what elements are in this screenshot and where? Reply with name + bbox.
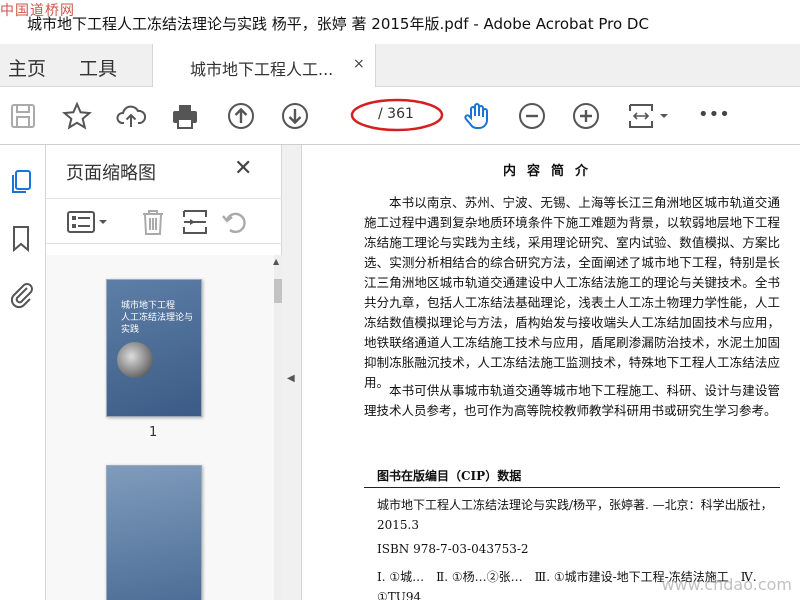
rotate-icon[interactable] <box>220 207 250 237</box>
divider <box>364 487 780 488</box>
main-toolbar: / 361 ••• <box>0 87 800 145</box>
paragraph-intro: 本书以南京、苏州、宁波、无锡、上海等长江三角洲地区城市轨道交通施工过程中遇到复杂… <box>364 195 780 390</box>
thumbnail-list: 城市地下工程 人工冻结法理论与实践 1 <box>46 255 274 600</box>
star-icon[interactable] <box>62 101 92 131</box>
scrollbar-thumb[interactable] <box>274 279 282 303</box>
close-icon[interactable]: ✕ <box>234 156 252 181</box>
thumbnail-page-number: 1 <box>149 425 158 440</box>
tab-bar: 主页 工具 城市地下工程人工... × <box>0 44 800 87</box>
left-rail <box>0 145 46 600</box>
thumbnail-panel-title: 页面缩略图 <box>66 163 156 184</box>
page-thumbnail-2[interactable] <box>106 465 202 600</box>
tab-close-icon[interactable]: × <box>353 56 365 72</box>
thumbnail-cover-title: 城市地下工程 人工冻结法理论与实践 <box>121 301 194 335</box>
page-number-field[interactable]: / 361 <box>350 98 444 132</box>
save-icon[interactable] <box>8 101 38 131</box>
more-icon[interactable]: ••• <box>698 104 730 134</box>
attachment-icon[interactable] <box>6 279 36 309</box>
zoom-out-icon[interactable] <box>517 101 547 131</box>
insert-page-icon[interactable] <box>180 207 210 237</box>
thumbnail-toolbar <box>46 198 282 244</box>
delete-icon[interactable] <box>138 207 168 237</box>
title-bar: 中国道桥网 城市地下工程人工冻结法理论与实践 杨平，张婷 著 2015年版.pd… <box>0 0 800 44</box>
options-menu-icon[interactable] <box>66 207 112 237</box>
paragraph-audience: 本书可供从事城市轨道交通等城市地下工程施工、科研、设计与建设管理技术人员参考，也… <box>364 383 780 418</box>
print-icon[interactable] <box>170 101 200 131</box>
bookmark-icon[interactable] <box>6 223 36 253</box>
thumbnail-scrollbar[interactable]: ▲ <box>273 255 282 600</box>
nav-tools[interactable]: 工具 <box>79 54 117 81</box>
panel-collapse-handle[interactable]: ◀ <box>282 145 302 600</box>
cover-image <box>117 342 153 378</box>
cip-title: 图书在版编目（CIP）数据 <box>377 469 522 483</box>
fit-page-icon[interactable] <box>626 101 670 131</box>
collapse-arrow-icon[interactable]: ◀ <box>287 373 295 384</box>
watermark-url: www.chdao.com <box>661 575 792 594</box>
thumbnail-panel: 页面缩略图 ✕ 城市地下工程 人工冻结法理论与实践 1 ▲ <box>46 145 282 600</box>
cloud-upload-icon[interactable] <box>116 101 147 131</box>
tab-document[interactable]: 城市地下工程人工... × <box>152 44 376 87</box>
page-up-icon[interactable] <box>226 101 256 131</box>
zoom-in-icon[interactable] <box>571 101 601 131</box>
scroll-up-icon[interactable]: ▲ <box>273 257 279 266</box>
hand-icon[interactable] <box>462 101 492 131</box>
cip-isbn: ISBN 978-7-03-043753-2 <box>377 542 529 556</box>
page-total: / 361 <box>378 106 414 122</box>
tab-document-label: 城市地下工程人工... <box>190 60 334 79</box>
page-thumbnails-icon[interactable] <box>6 167 36 197</box>
page-down-icon[interactable] <box>280 101 310 131</box>
document-heading: 内容简介 <box>502 164 599 179</box>
window-title: 城市地下工程人工冻结法理论与实践 杨平，张婷 著 2015年版.pdf - Ad… <box>27 15 649 33</box>
nav-home[interactable]: 主页 <box>8 54 46 81</box>
page-thumbnail-1[interactable]: 城市地下工程 人工冻结法理论与实践 <box>106 279 202 417</box>
document-page: 内容简介 本书以南京、苏州、宁波、无锡、上海等长江三角洲地区城市轨道交通施工过程… <box>302 145 800 600</box>
cip-citation: 城市地下工程人工冻结法理论与实践/杨平，张婷著. —北京：科学出版社，2015.… <box>377 498 773 532</box>
